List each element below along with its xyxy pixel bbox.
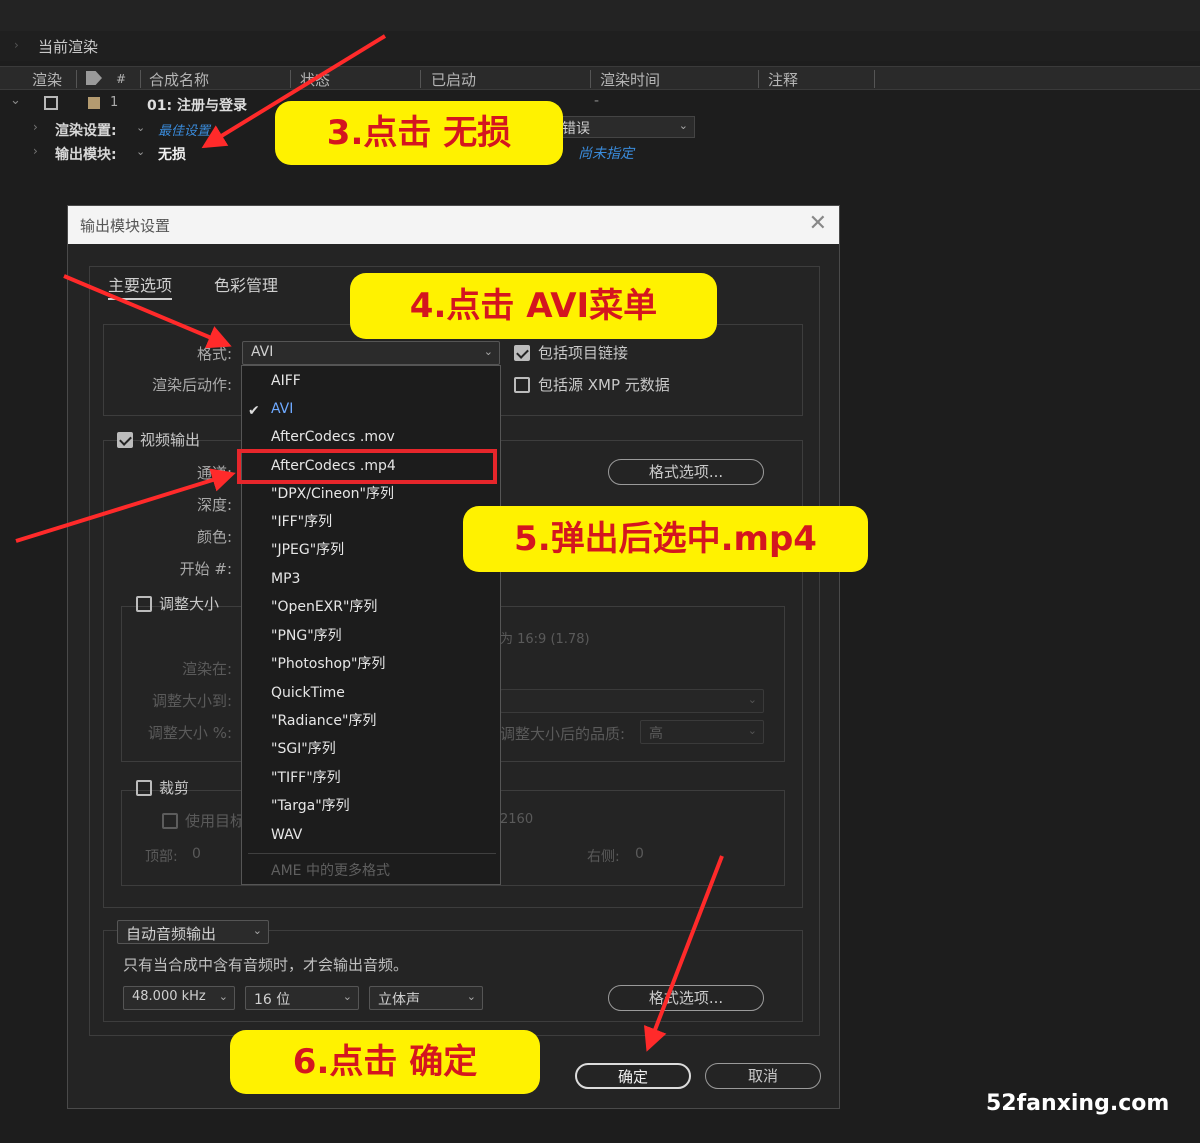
annotation-step4: 4.点击 AVI菜单 xyxy=(350,273,717,339)
arrow-step4 xyxy=(63,274,232,349)
arrow-step6 xyxy=(643,855,724,1052)
annotation-step5: 5.弹出后选中.mp4 xyxy=(463,506,868,572)
annotation-step3: 3.点击 无损 xyxy=(275,101,563,165)
watermark: 52fanxing.com xyxy=(986,1091,1170,1116)
annotation-step6: 6.点击 确定 xyxy=(230,1030,540,1094)
arrow-step5 xyxy=(15,468,236,543)
